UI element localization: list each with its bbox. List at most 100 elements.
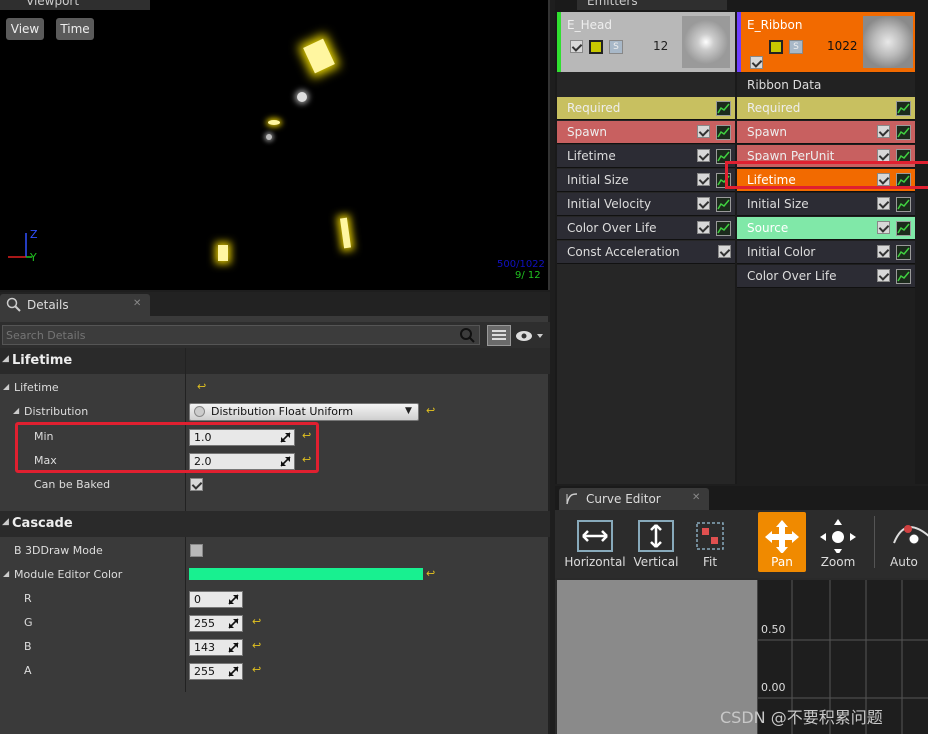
r-value-text: 0 xyxy=(194,593,201,606)
search-icon[interactable] xyxy=(459,327,475,343)
curve-graph-icon[interactable] xyxy=(716,221,731,236)
a-value-field[interactable]: 255 xyxy=(189,663,243,680)
ribbon-module-row[interactable]: Initial Color xyxy=(737,241,915,264)
curve-graph-icon[interactable] xyxy=(896,125,911,140)
module-enable-checkbox[interactable] xyxy=(877,125,890,138)
eye-visibility-icon[interactable] xyxy=(515,330,545,342)
curve-graph-icon[interactable] xyxy=(896,269,911,284)
curve-graph-icon[interactable] xyxy=(896,101,911,116)
distribution-dropdown-value: Distribution Float Uniform xyxy=(211,405,354,418)
property-splitter[interactable] xyxy=(185,537,186,692)
module-enable-checkbox[interactable] xyxy=(697,173,710,186)
module-enable-checkbox[interactable] xyxy=(697,125,710,138)
module-enable-checkbox[interactable] xyxy=(877,245,890,258)
curve-vertical-label: Vertical xyxy=(633,555,679,569)
particle xyxy=(339,217,352,249)
module-enable-checkbox[interactable] xyxy=(697,197,710,210)
curve-editor-tab-close-icon[interactable]: ✕ xyxy=(692,492,700,503)
module-enable-checkbox[interactable] xyxy=(877,197,890,210)
details-tab-close-icon[interactable]: ✕ xyxy=(133,298,141,309)
curve-graph-icon[interactable] xyxy=(896,197,911,212)
curve-horizontal-label: Horizontal xyxy=(564,555,626,569)
module-enable-checkbox[interactable] xyxy=(877,221,890,234)
reset-default-icon[interactable]: ↩ xyxy=(426,567,435,580)
emitter-enable-checkbox[interactable] xyxy=(750,56,763,69)
head-module-row[interactable]: Required xyxy=(557,97,735,120)
details-search-input[interactable] xyxy=(2,325,480,345)
emitter-solo-icon[interactable]: S xyxy=(789,40,803,54)
spin-arrows-icon xyxy=(228,618,239,629)
curve-graph-icon[interactable] xyxy=(896,221,911,236)
module-editor-color-swatch[interactable] xyxy=(189,568,423,580)
module-controls xyxy=(718,245,731,258)
module-enable-checkbox[interactable] xyxy=(697,149,710,162)
head-module-row[interactable]: Color Over Life xyxy=(557,217,735,240)
fit-vertical-icon xyxy=(638,520,674,552)
emitter-thumbnail-head xyxy=(682,16,730,68)
head-module-row[interactable]: Initial Velocity xyxy=(557,193,735,216)
curve-pan-button[interactable]: Pan xyxy=(758,512,806,572)
draw3d-mode-checkbox[interactable] xyxy=(190,544,203,557)
curve-graph-icon[interactable] xyxy=(716,101,731,116)
curve-graph-icon[interactable] xyxy=(716,197,731,212)
emitters-tab-label: Emitters xyxy=(587,0,638,8)
distribution-circle-icon xyxy=(194,406,205,417)
cascade-section-header[interactable] xyxy=(0,511,550,537)
emitter-render-mode-icon[interactable] xyxy=(769,40,783,54)
ribbon-module-label: Initial Size xyxy=(747,197,809,211)
ribbon-module-row[interactable]: Source xyxy=(737,217,915,240)
ribbon-module-row[interactable]: Initial Size xyxy=(737,193,915,216)
collapse-arrow-icon[interactable]: ◢ xyxy=(2,354,9,364)
ribbon-module-row[interactable]: Color Over Life xyxy=(737,265,915,288)
can-be-baked-checkbox[interactable] xyxy=(190,478,203,491)
collapse-arrow-icon[interactable]: ◢ xyxy=(3,569,9,578)
fit-icon xyxy=(696,522,724,550)
reset-default-icon[interactable]: ↩ xyxy=(426,404,435,417)
r-value-field[interactable]: 0 xyxy=(189,591,243,608)
reset-default-icon[interactable]: ↩ xyxy=(252,639,261,652)
curve-zoom-button[interactable]: Zoom xyxy=(814,512,862,572)
head-module-row[interactable]: Initial Size xyxy=(557,169,735,192)
spin-arrows-icon xyxy=(228,642,239,653)
collapse-arrow-icon[interactable]: ◢ xyxy=(13,406,19,415)
draw3d-mode-label: B 3DDraw Mode xyxy=(14,544,103,557)
collapse-arrow-icon[interactable]: ◢ xyxy=(3,382,9,391)
head-module-row[interactable]: Lifetime xyxy=(557,145,735,168)
curve-editor-tab-label: Curve Editor xyxy=(586,492,661,506)
emitter-solo-icon[interactable]: S xyxy=(609,40,623,54)
details-tab[interactable] xyxy=(0,294,150,316)
curve-vertical-button[interactable]: Vertical xyxy=(628,512,684,572)
reset-default-icon[interactable]: ↩ xyxy=(252,663,261,676)
curve-fit-button[interactable]: Fit xyxy=(688,512,732,572)
ribbon-module-row[interactable]: Spawn xyxy=(737,121,915,144)
a-value-text: 255 xyxy=(194,665,215,678)
curve-graph-icon[interactable] xyxy=(716,125,731,140)
r-label: R xyxy=(24,592,32,605)
head-module-row[interactable]: Spawn xyxy=(557,121,735,144)
lifetime-section-header[interactable] xyxy=(0,348,550,374)
module-controls xyxy=(877,245,911,260)
module-controls xyxy=(877,269,911,284)
module-enable-checkbox[interactable] xyxy=(697,221,710,234)
module-enable-checkbox[interactable] xyxy=(877,269,890,282)
reset-default-icon[interactable]: ↩ xyxy=(252,615,261,628)
emitter-enable-checkbox[interactable] xyxy=(570,40,583,53)
axis-z-label: Z xyxy=(30,228,38,241)
curve-graph-icon[interactable] xyxy=(896,245,911,260)
module-enable-checkbox[interactable] xyxy=(718,245,731,258)
head-module-label: Lifetime xyxy=(567,149,616,163)
curve-horizontal-button[interactable]: Horizontal xyxy=(564,512,626,572)
viewport-time-button[interactable]: Time xyxy=(56,18,94,40)
collapse-arrow-icon[interactable]: ◢ xyxy=(2,517,9,527)
b-label: B xyxy=(24,640,32,653)
curve-y-label: 0.50 xyxy=(761,623,786,636)
g-value-field[interactable]: 255 xyxy=(189,615,243,632)
ribbon-module-row[interactable]: Required xyxy=(737,97,915,120)
head-module-row[interactable]: Const Acceleration xyxy=(557,241,735,264)
curve-auto-button[interactable]: Auto xyxy=(884,512,928,572)
viewport-view-button[interactable]: View xyxy=(6,18,44,40)
reset-default-icon[interactable]: ↩ xyxy=(197,380,206,393)
emitter-name-head: E_Head xyxy=(567,18,612,32)
b-value-field[interactable]: 143 xyxy=(189,639,243,656)
emitter-render-mode-icon[interactable] xyxy=(589,40,603,54)
